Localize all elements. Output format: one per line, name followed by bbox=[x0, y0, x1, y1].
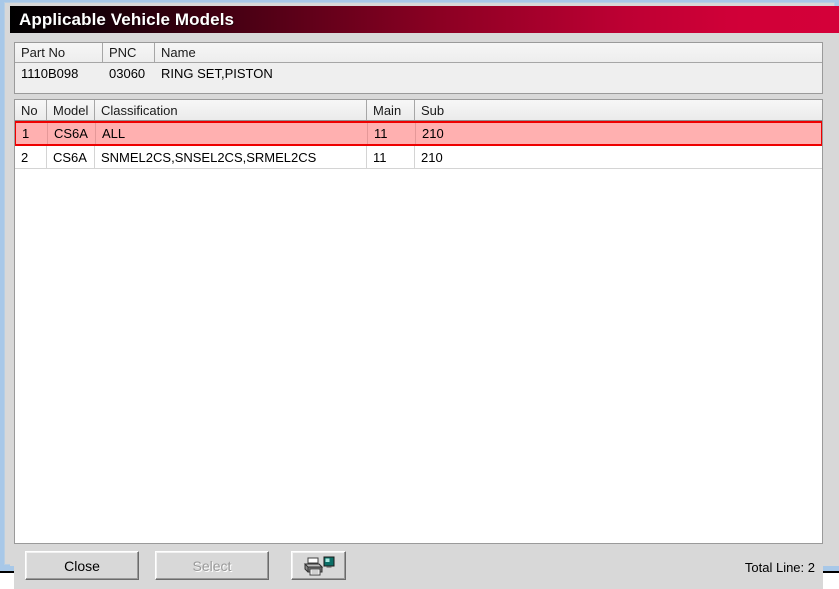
column-header-sub[interactable]: Sub bbox=[415, 100, 822, 120]
part-info-data-row: 1110B098 03060 RING SET,PISTON bbox=[15, 63, 822, 84]
column-header-no[interactable]: No bbox=[15, 100, 47, 120]
models-grid-header: No Model Classification Main Sub bbox=[15, 100, 822, 121]
part-info-value-pnc: 03060 bbox=[109, 66, 146, 81]
part-info-value-part-no: 1110B098 bbox=[21, 66, 79, 81]
cell-sub: 210 bbox=[421, 149, 443, 165]
cell-no: 1 bbox=[16, 123, 48, 144]
print-button[interactable] bbox=[291, 551, 346, 580]
part-info-value-name: RING SET,PISTON bbox=[161, 66, 273, 81]
select-button[interactable]: Select bbox=[155, 551, 269, 580]
cell-classification: SNMEL2CS,SNSEL2CS,SRMEL2CS bbox=[95, 146, 367, 168]
window-title: Applicable Vehicle Models bbox=[19, 9, 235, 29]
cell-main: 11 bbox=[368, 123, 416, 144]
cell-model: CS6A bbox=[47, 146, 95, 168]
dialog-body: Part No PNC Name 1110B098 03060 RING SET… bbox=[10, 33, 839, 589]
cell-main: 11 bbox=[367, 146, 415, 168]
part-info-header-part-no: Part No bbox=[15, 43, 103, 62]
dialog-window: Applicable Vehicle Models Part No PNC Na… bbox=[4, 2, 839, 589]
bottom-toolbar: Close Select Total Line: 2 bbox=[14, 547, 823, 589]
column-header-main[interactable]: Main bbox=[367, 100, 415, 120]
cell-classification: ALL bbox=[96, 123, 368, 144]
table-row[interactable]: 2 CS6A SNMEL2CS,SNSEL2CS,SRMEL2CS 11 210 bbox=[15, 146, 822, 169]
part-info-panel: Part No PNC Name 1110B098 03060 RING SET… bbox=[14, 42, 823, 94]
models-grid[interactable]: No Model Classification Main Sub 1 CS6A … bbox=[14, 99, 823, 544]
table-row[interactable]: 1 CS6A ALL 11 210 bbox=[15, 121, 822, 146]
close-button[interactable]: Close bbox=[25, 551, 139, 580]
part-info-header-pnc: PNC bbox=[103, 43, 155, 62]
column-header-classification[interactable]: Classification bbox=[95, 100, 367, 120]
cell-model: CS6A bbox=[48, 123, 96, 144]
part-info-header-row: Part No PNC Name bbox=[15, 43, 822, 63]
title-bar[interactable]: Applicable Vehicle Models bbox=[10, 6, 839, 33]
column-header-model[interactable]: Model bbox=[47, 100, 95, 120]
part-info-header-name: Name bbox=[155, 43, 822, 62]
printer-icon bbox=[303, 555, 335, 577]
cell-sub: 210 bbox=[422, 126, 444, 141]
cell-no: 2 bbox=[15, 146, 47, 168]
dialog-window-frame: Applicable Vehicle Models Part No PNC Na… bbox=[0, 0, 839, 589]
